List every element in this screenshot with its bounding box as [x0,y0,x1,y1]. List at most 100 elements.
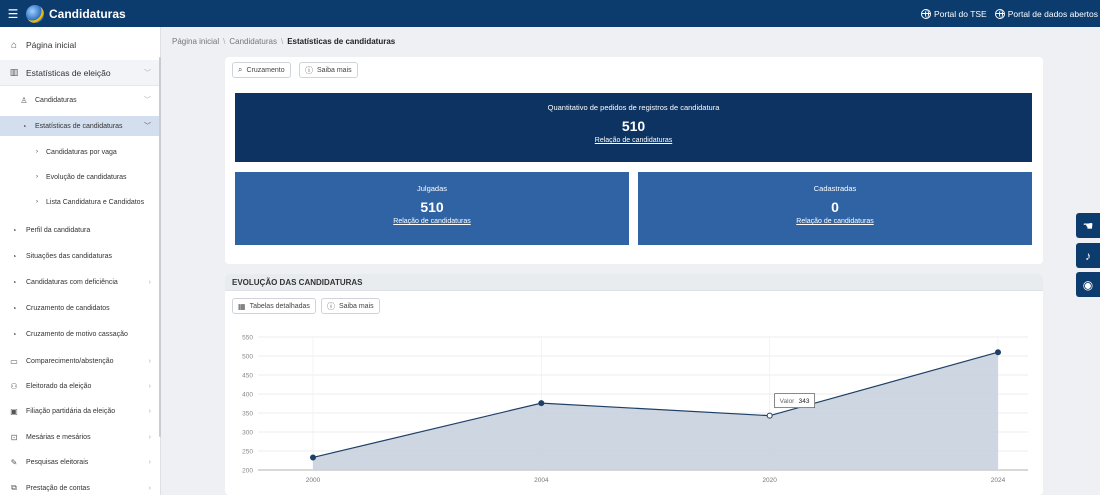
globe-icon [994,8,1005,19]
breadcrumb-parent[interactable]: Candidaturas [229,37,277,46]
breadcrumb-home[interactable]: Página inicial [172,37,219,46]
sidebar-section-estatisticas[interactable]: ▥ Estatísticas de eleição ﹀ [0,60,160,86]
sidebar-item-situacoes[interactable]: ◔ Situações das candidaturas [0,249,160,263]
julgadas-value: 510 [420,199,444,215]
y-tick-label: 400 [242,392,253,399]
saiba-mais-chart-button[interactable]: ⓘ Saiba mais [321,298,380,314]
pie-icon: ◔ [11,277,17,287]
home-icon: ⌂ [10,39,18,51]
pie-icon: ◔ [11,251,17,261]
chevron-right-icon: › [36,199,38,205]
y-tick-label: 500 [242,354,253,361]
app-title: Candidaturas [49,6,126,21]
chevron-right-icon: › [148,357,151,365]
data-point[interactable] [995,349,1001,356]
evolution-chart: 200 250 300 350 400 450 500 550 2000 2004 2020 202… [242,335,1028,484]
users-icon: ♙ [20,95,28,105]
evolution-title: EVOLUÇÃO DAS CANDIDATURAS [225,274,1043,291]
cadastradas-label: Cadastradas [813,184,857,193]
cruzamento-button[interactable]: ⌕ Cruzamento [232,62,291,78]
tooltip-label: Valor [780,398,796,405]
sidebar-item-home[interactable]: ⌂ Página inicial [7,37,167,53]
search-icon: ⌕ [238,65,243,74]
sidebar-item-deficiencia[interactable]: ◔ Candidaturas com deficiência › [0,275,160,289]
globe-icon [920,8,931,19]
portal-tse-link[interactable]: Portal do TSE [920,8,987,19]
id-card-icon: ▣ [10,406,18,416]
pie-icon: ◔ [21,121,27,131]
x-tick-label: 2000 [306,477,321,484]
tse-logo [26,4,44,23]
data-point[interactable] [538,400,545,407]
chevron-right-icon: › [148,407,151,415]
evolution-card: EVOLUÇÃO DAS CANDIDATURAS ▦ Tabelas detal… [225,274,1043,495]
pie-icon: ◔ [11,225,17,235]
sidebar-item-mesarios[interactable]: ⊡ Mesárias e mesários › [0,430,160,444]
cadastradas-value: 0 [831,199,839,215]
sidebar-item-perfil[interactable]: ◔ Perfil da candidatura [0,223,160,237]
y-tick-label: 550 [242,335,253,342]
sidebar-subitem-evolucao[interactable]: › Evolução de candidaturas [0,170,160,184]
chevron-right-icon: › [36,149,38,155]
sidebar-item-comparecimento[interactable]: ▭ Comparecimento/abstenção › [0,354,160,368]
cadastradas-relacao-link[interactable]: Relação de candidaturas [638,218,1032,225]
sidebar-item-eleitorado[interactable]: ⚇ Eleitorado da eleição › [0,379,160,393]
chart-area [313,352,998,470]
sidebar-item-filiacao[interactable]: ▣ Filiação partidária da eleição › [0,404,160,418]
sidebar-scrollbar[interactable] [159,57,161,437]
total-label: Quantitativo de pedidos de registros de … [547,103,720,112]
portal-dados-abertos-link[interactable]: Portal de dados abertos [994,8,1098,19]
julgadas-relacao-link[interactable]: Relação de candidaturas [235,218,629,225]
julgadas-box: Julgadas 510 Relação de candidaturas [235,172,629,245]
sidebar-item-candidaturas[interactable]: ♙ Candidaturas ﹀ [0,93,160,107]
chart-icon: ▥ [9,67,19,77]
chevron-down-icon: ﹀ [144,97,151,104]
chevron-right-icon: › [148,382,151,390]
group-icon: ⚇ [10,381,18,391]
eye-icon: ◉ [1082,277,1094,292]
visual-accessibility-button[interactable]: ◉ [1076,272,1100,297]
calendar-icon: ▭ [10,356,18,366]
data-point[interactable] [310,454,316,461]
help-icon: ⓘ [327,301,335,311]
speaker-icon: ♪ [1085,248,1091,263]
total-relacao-link[interactable]: Relação de candidaturas [235,137,1032,144]
y-tick-label: 200 [242,468,253,475]
chevron-right-icon: › [148,433,151,441]
sign-language-button[interactable]: ☚ [1076,213,1100,238]
pie-icon: ◔ [11,303,17,313]
sidebar-item-cruzamento-candidatos[interactable]: ◔ Cruzamento de candidatos [0,301,160,315]
chevron-right-icon: › [148,458,151,466]
y-tick-label: 350 [242,411,253,418]
sidebar-item-prestacao[interactable]: ⧉ Prestação de contas › [0,481,160,495]
tooltip-value: 343 [799,398,810,405]
tabelas-detalhadas-button[interactable]: ▦ Tabelas detalhadas [232,298,316,314]
chevron-down-icon: ﹀ [144,69,151,77]
chevron-right-icon: › [148,484,151,492]
x-tick-label: 2020 [762,477,777,484]
julgadas-label: Julgadas [416,184,448,193]
chevron-down-icon: ﹀ [144,123,151,130]
saiba-mais-button[interactable]: ⓘ Saiba mais [299,62,358,78]
edit-icon: ✎ [10,457,18,467]
x-tick-label: 2024 [991,477,1006,484]
sidebar-item-pesquisas[interactable]: ✎ Pesquisas eleitorais › [0,455,160,469]
breadcrumb: Página inicial \ Candidaturas \ Estatíst… [172,37,395,46]
y-tick-label: 450 [242,373,253,380]
table-icon: ▦ [238,301,246,311]
total-registros-box: Quantitativo de pedidos de registros de … [235,93,1032,162]
y-tick-label: 250 [242,449,253,456]
sidebar-item-cruzamento-cassacao[interactable]: ◔ Cruzamento de motivo cassação [0,327,160,341]
y-tick-label: 300 [242,430,253,437]
menu-icon[interactable]: ☰ [2,7,24,21]
sidebar-subitem-por-vaga[interactable]: › Candidaturas por vaga [0,145,160,159]
sidebar-subitem-lista[interactable]: › Lista Candidatura e Candidatos [0,195,160,209]
sidebar-item-estatisticas-candidaturas[interactable]: ◔ Estatísticas de candidaturas ﹀ [0,116,160,136]
pie-icon: ◔ [11,329,17,339]
data-point[interactable] [766,412,773,419]
chevron-right-icon: › [148,278,151,286]
breadcrumb-separator: \ [280,37,284,46]
x-tick-label: 2004 [534,477,549,484]
audio-reader-button[interactable]: ♪ [1076,243,1100,268]
book-icon: ⧉ [11,483,17,492]
